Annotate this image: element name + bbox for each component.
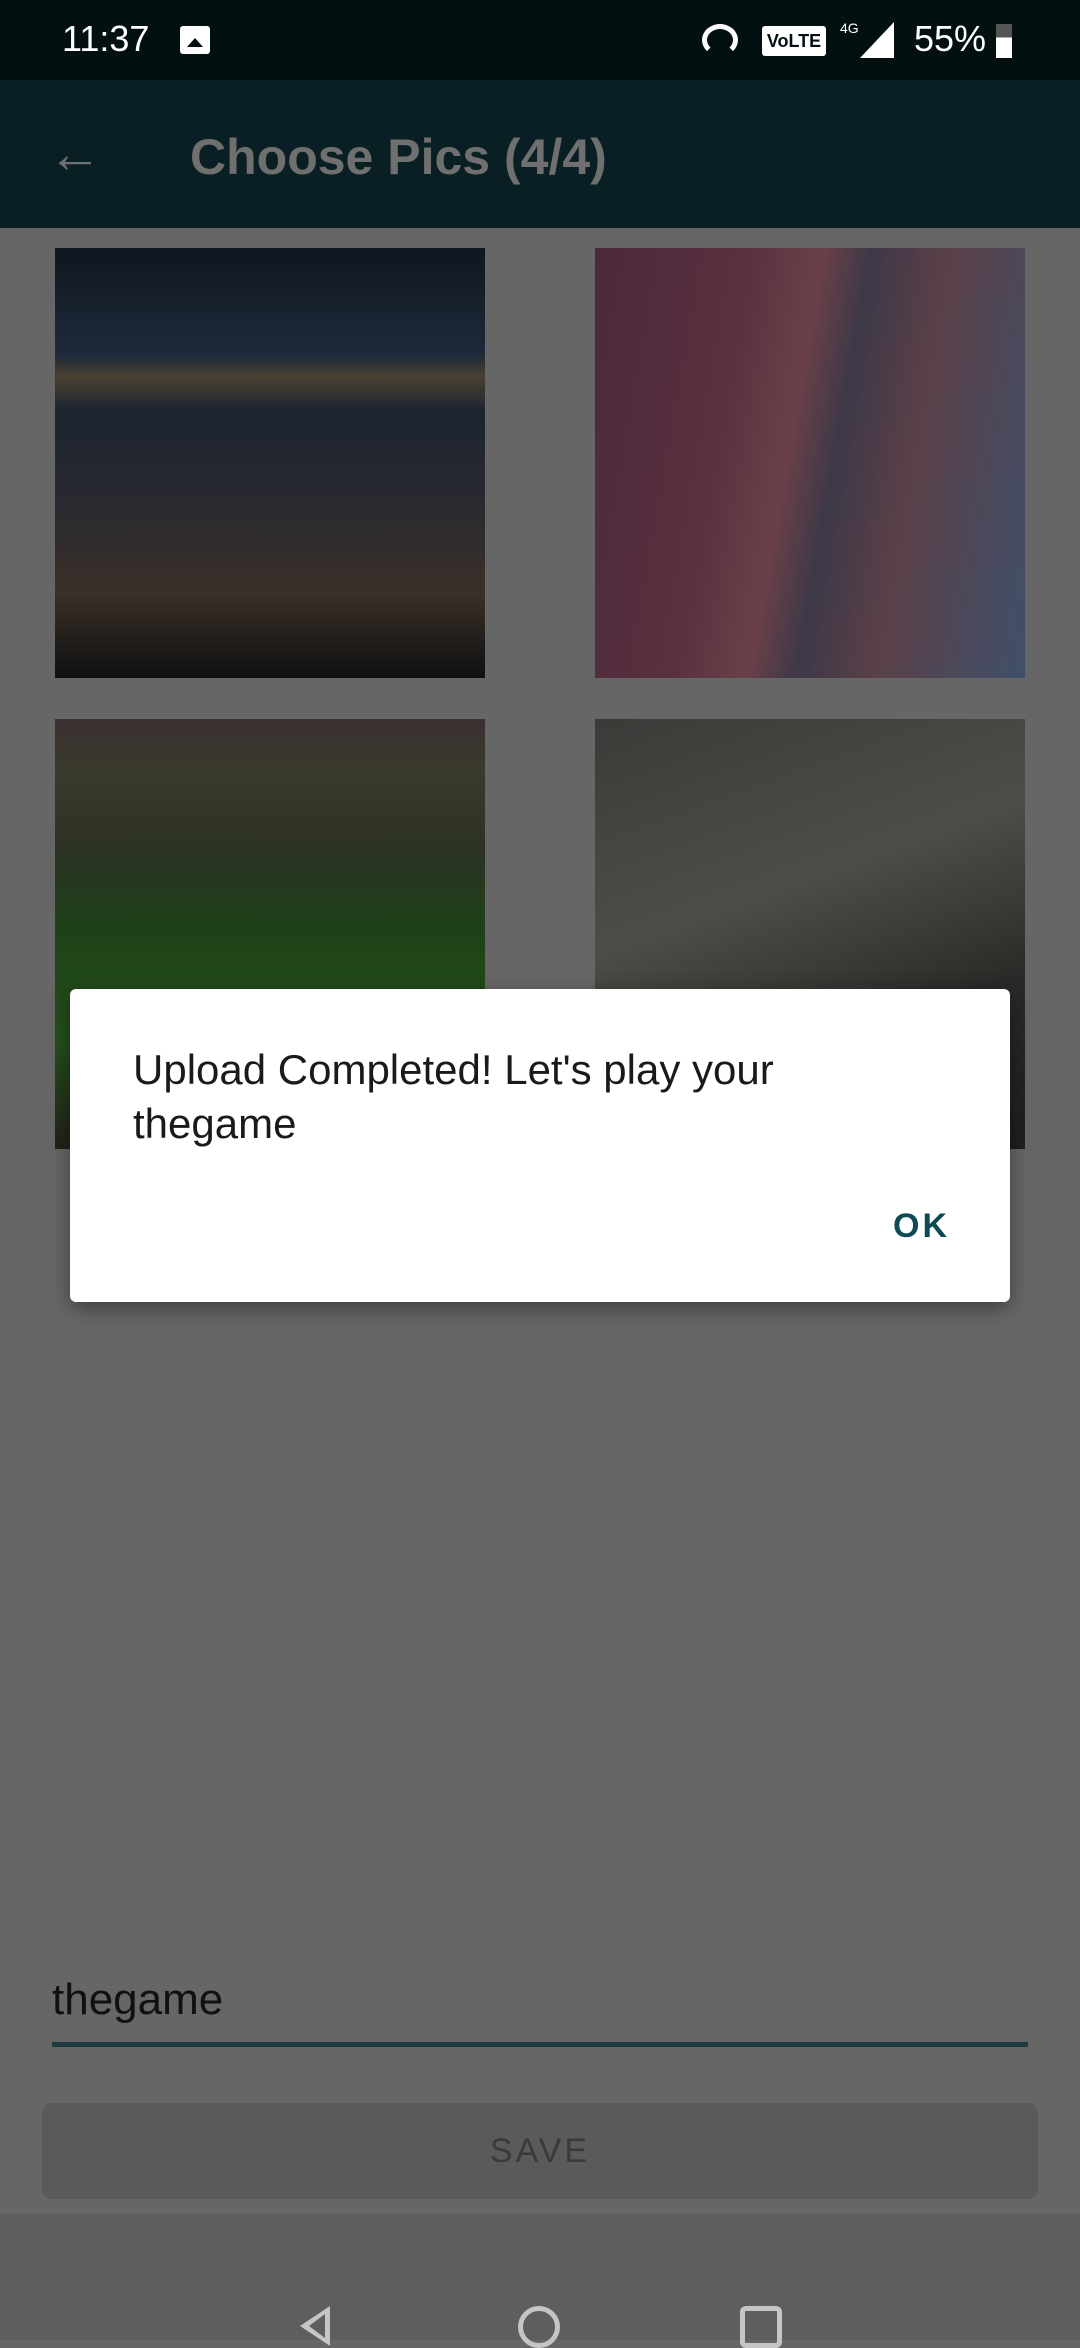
- picture-mosque-minarets[interactable]: [595, 248, 1025, 678]
- picture-mountain-town-night[interactable]: [55, 248, 485, 678]
- save-button[interactable]: SAVE: [42, 2103, 1038, 2199]
- battery-percent: 55%: [914, 18, 987, 59]
- gallery-notification-icon: [180, 26, 210, 54]
- nav-back-icon[interactable]: [300, 2306, 330, 2346]
- clock: 11:37: [62, 18, 150, 59]
- upload-complete-dialog: Upload Completed! Let's play your thegam…: [70, 989, 1010, 1302]
- status-bar: 11:37 VoLTE 4G 55%: [0, 0, 1080, 80]
- volte-icon: VoLTE: [762, 26, 826, 56]
- dialog-message: Upload Completed! Let's play your thegam…: [133, 1046, 774, 1147]
- ok-button[interactable]: OK: [893, 1207, 950, 1246]
- game-name-value: thegame: [52, 1975, 224, 2024]
- page-title: Choose Pics (4/4): [190, 129, 607, 185]
- navigation-bar: [0, 2214, 1080, 2348]
- battery-icon: [996, 24, 1012, 58]
- game-name-input[interactable]: thegame: [52, 1975, 1028, 2047]
- network-type: 4G: [840, 20, 859, 36]
- hotspot-icon: [702, 24, 738, 56]
- back-arrow-icon[interactable]: ←: [48, 124, 102, 184]
- signal-icon: [860, 22, 894, 58]
- app-bar: ← Choose Pics (4/4): [0, 80, 1080, 228]
- nav-recents-icon[interactable]: [740, 2306, 782, 2348]
- nav-home-icon[interactable]: [518, 2306, 560, 2348]
